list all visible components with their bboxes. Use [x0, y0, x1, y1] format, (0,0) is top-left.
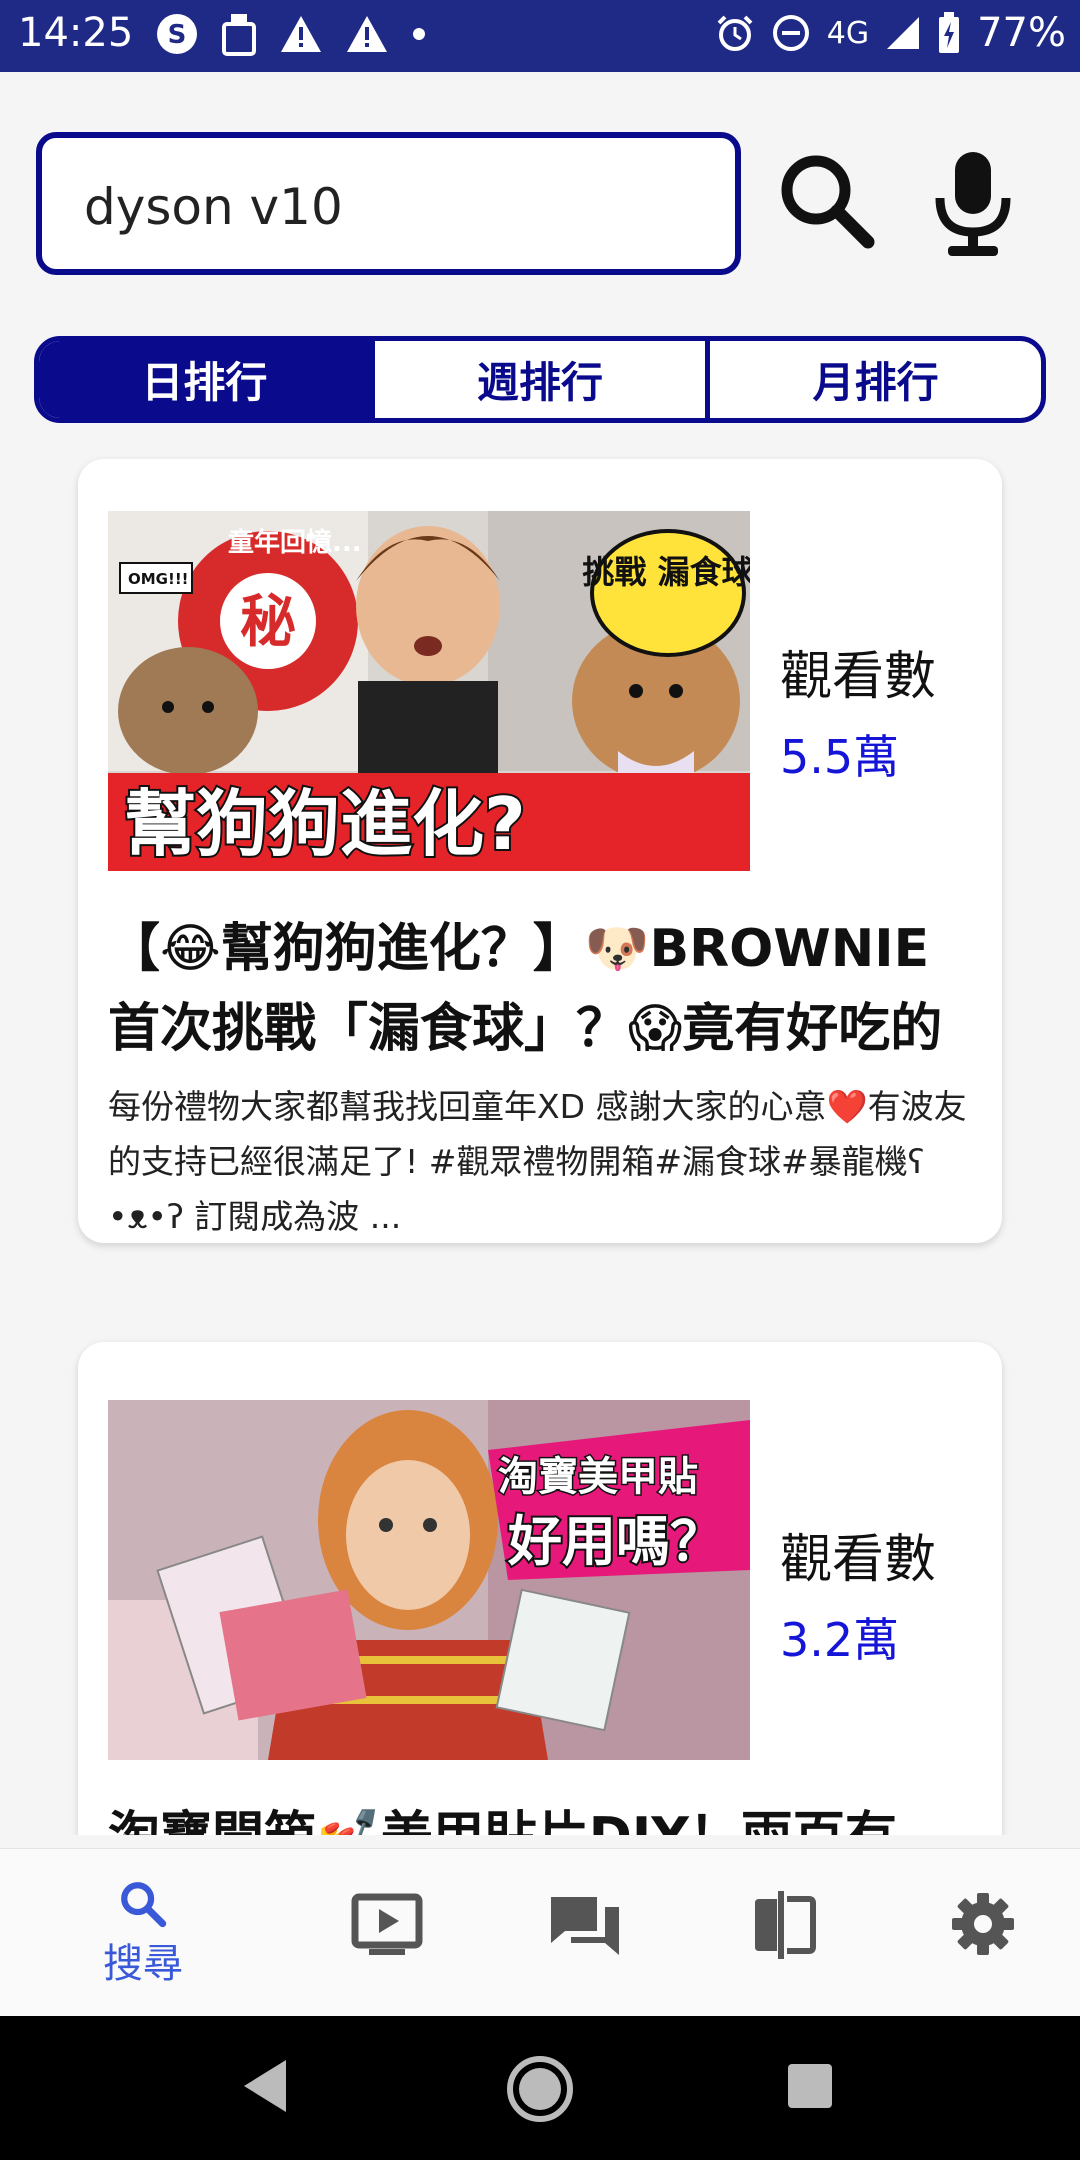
ranking-tabs: 日排行 週排行 月排行 [34, 336, 1046, 423]
thumb-line2: 好用嗎？ [507, 1510, 724, 1573]
bottom-navigation: 搜尋 [0, 1848, 1080, 2016]
thumb-bottom-text: 幫狗狗進化? [124, 782, 526, 866]
views-count: 5.5萬 [780, 730, 900, 784]
voice-search-button[interactable] [928, 150, 1018, 260]
thumb-bubble: 挑戰 漏食球 [582, 553, 750, 591]
signal-icon [887, 17, 920, 49]
video-description: 每份禮物大家都幫我找回童年XD 感謝大家的心意❤️有波友的支持已經很滿足了! #… [108, 1087, 967, 1236]
video-list[interactable]: 秘 童年回憶... OMG!!! 挑戰 漏食球 幫狗狗進化? 觀看數 5.5萬 … [0, 455, 1080, 1835]
tab-daily[interactable]: 日排行 [39, 341, 370, 418]
s-app-icon: S [157, 14, 197, 54]
video-thumbnail[interactable]: 淘寶美甲貼 好用嗎？ [108, 1400, 750, 1760]
views-count: 3.2萬 [780, 1613, 900, 1667]
tab-weekly[interactable]: 週排行 [369, 341, 706, 418]
status-bar: 14:25 S 4G 77% [0, 0, 1080, 72]
nav-search[interactable]: 搜尋 [88, 1879, 198, 1989]
network-type: 4G [826, 15, 870, 51]
warning-icon [347, 16, 387, 52]
status-time: 14:25 [18, 10, 134, 56]
nav-search-label: 搜尋 [103, 1941, 183, 1987]
views-label: 觀看數 [780, 647, 937, 707]
nav-chat[interactable] [530, 1893, 640, 2003]
video-card[interactable]: 淘寶美甲貼 好用嗎？ 觀看數 3.2萬 淘寶開箱💅美甲貼片DIY！兩百有 [78, 1342, 1002, 1835]
search-input[interactable]: dyson v10 [36, 132, 741, 275]
chat-icon [551, 1897, 619, 1955]
svg-text:S: S [168, 20, 187, 50]
thumb-badge: 秘 [240, 590, 296, 655]
gear-icon [952, 1893, 1014, 1955]
thumb-arc-text: 童年回憶... [228, 527, 362, 558]
video-thumbnail[interactable]: 秘 童年回憶... OMG!!! 挑戰 漏食球 幫狗狗進化? [108, 511, 750, 871]
dnd-icon [772, 15, 809, 51]
recents-icon[interactable] [786, 2062, 834, 2110]
system-navigation-bar [0, 2016, 1080, 2160]
search-query: dyson v10 [84, 178, 343, 236]
back-icon[interactable] [240, 2058, 290, 2114]
search-icon [781, 155, 875, 249]
search-button[interactable] [776, 150, 880, 254]
dot-icon [413, 28, 425, 40]
video-icon [351, 1893, 423, 1955]
thumb-omg: OMG!!! [128, 570, 189, 588]
clipboard-icon [222, 14, 256, 56]
nav-videos[interactable] [332, 1893, 442, 2003]
thumb-line1: 淘寶美甲貼 [498, 1454, 698, 1500]
warning-icon [281, 16, 321, 52]
nav-settings[interactable] [928, 1891, 1038, 2001]
video-title[interactable]: 【😂幫狗狗進化？】🐶BROWNIE首次挑戰「漏食球」？😱竟有好吃的 [108, 909, 978, 1069]
tab-monthly[interactable]: 月排行 [705, 341, 1041, 418]
views-label: 觀看數 [780, 1530, 937, 1590]
nav-compare[interactable] [730, 1889, 840, 1999]
video-card[interactable]: 秘 童年回憶... OMG!!! 挑戰 漏食球 幫狗狗進化? 觀看數 5.5萬 … [78, 459, 1002, 1243]
battery-icon [939, 12, 960, 53]
search-icon [121, 1882, 167, 1928]
home-icon[interactable] [505, 2054, 575, 2124]
microphone-icon [935, 152, 1011, 256]
compare-icon [755, 1891, 816, 1959]
alarm-icon [717, 15, 753, 51]
video-title[interactable]: 淘寶開箱💅美甲貼片DIY！兩百有 [108, 1797, 978, 1835]
battery-percent: 77% [977, 10, 1066, 56]
